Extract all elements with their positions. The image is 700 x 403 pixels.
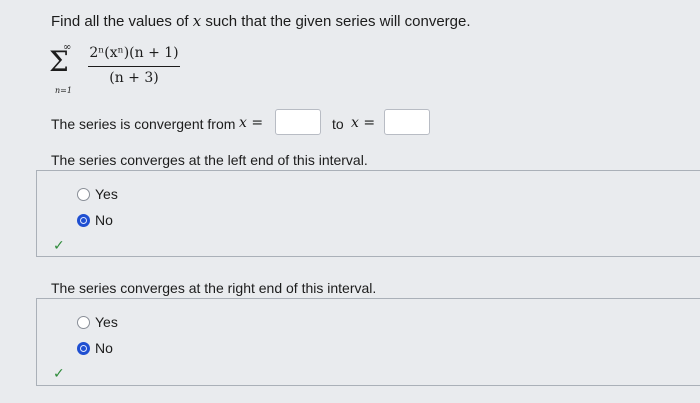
interval-label: The series is convergent from: [51, 116, 236, 132]
series-denominator: (n + 3): [109, 70, 159, 86]
to-variable: x =: [351, 115, 376, 131]
prompt-text-after: such that the given series will converge…: [201, 13, 471, 30]
right-end-option-yes[interactable]: Yes: [77, 314, 118, 330]
option-label: Yes: [95, 186, 118, 202]
correct-check-icon: ✓: [53, 365, 65, 381]
prompt-variable: x: [192, 12, 202, 30]
left-end-answer-panel: Yes No ✓: [36, 170, 700, 257]
left-end-option-no[interactable]: No: [77, 212, 113, 228]
interval-start-input[interactable]: [275, 109, 321, 135]
radio-unselected-icon[interactable]: [77, 315, 90, 329]
option-label: No: [95, 340, 113, 356]
prompt-text-before: Find all the values of: [51, 13, 193, 30]
sum-lower-limit: n=1: [55, 86, 72, 95]
radio-selected-icon[interactable]: [77, 341, 90, 355]
option-label: Yes: [95, 314, 118, 330]
question-prompt: Find all the values of x such that the g…: [51, 12, 471, 30]
summation-symbol: Σ: [49, 45, 69, 78]
radio-selected-icon[interactable]: [77, 213, 90, 227]
series-numerator: 2ⁿ(xⁿ)(n + 1): [89, 45, 179, 61]
left-end-prompt: The series converges at the left end of …: [51, 152, 368, 168]
right-end-prompt: The series converges at the right end of…: [51, 280, 377, 296]
fraction-bar: [88, 66, 180, 67]
from-variable: x =: [239, 115, 264, 131]
radio-unselected-icon[interactable]: [77, 187, 90, 201]
to-label: to: [332, 116, 344, 132]
left-end-option-yes[interactable]: Yes: [77, 186, 118, 202]
right-end-option-no[interactable]: No: [77, 340, 113, 356]
correct-check-icon: ✓: [53, 237, 65, 253]
right-end-answer-panel: Yes No ✓: [36, 298, 700, 386]
interval-end-input[interactable]: [384, 109, 430, 135]
option-label: No: [95, 212, 113, 228]
